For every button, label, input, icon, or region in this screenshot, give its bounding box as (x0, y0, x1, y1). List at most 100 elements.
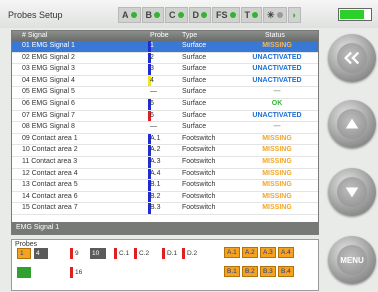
signal-indicator: ◗ (287, 7, 301, 23)
status-badge: — (273, 88, 281, 96)
probe-id: 6 (150, 99, 154, 107)
table-row[interactable]: 15 Contact area 7 B.3 Footswitch MISSING (12, 203, 318, 215)
probe-item[interactable]: 16 (70, 267, 88, 278)
back-button[interactable] (328, 34, 376, 82)
probe-item[interactable]: A.4 (278, 247, 294, 258)
status-dot-icon (276, 12, 283, 18)
probe-id: B.3 (150, 204, 161, 212)
table-row[interactable]: 08 EMG Signal 8 — Surface — (12, 122, 318, 134)
back-arrows-icon (344, 51, 360, 65)
selected-signal-bar: EMG Signal 1 (12, 222, 318, 234)
probe-item[interactable]: C.2 (134, 248, 150, 259)
status-badge: MISSING (262, 181, 292, 189)
signal-icon: ◗ (291, 10, 297, 20)
probe-item[interactable]: A.3 (260, 247, 276, 258)
status-badge: MISSING (262, 169, 292, 177)
signal-name: 06 EMG Signal 6 (22, 99, 75, 107)
signals-table: # Signal Probe Type Status 01 EMG Signal… (11, 30, 319, 235)
probe-item[interactable]: C.1 (114, 248, 130, 259)
snowflake-indicator: ✳ (263, 7, 287, 23)
probe-type: Surface (182, 111, 207, 119)
indicator-label: T (244, 10, 251, 20)
status-dot-icon (154, 12, 160, 18)
signal-name: 11 Contact area 3 (22, 157, 78, 165)
probe-item[interactable]: A.1 (224, 247, 240, 258)
probe-item[interactable]: D.1 (162, 248, 178, 259)
signal-name: 12 Contact area 4 (22, 169, 78, 177)
signal-name: 13 Contact area 5 (22, 181, 78, 189)
probe-item[interactable]: 9 (70, 248, 88, 259)
signal-name: 01 EMG Signal 1 (22, 42, 75, 49)
table-row[interactable]: 01 EMG Signal 1 1 Surface MISSING (12, 41, 318, 53)
probe-item[interactable]: B.3 (260, 266, 276, 277)
table-body: 01 EMG Signal 1 1 Surface MISSING 02 EMG Sig… (12, 41, 318, 215)
probe-id: B.1 (150, 181, 161, 189)
probe-item[interactable]: B.1 (224, 266, 240, 277)
table-row[interactable]: 04 EMG Signal 4 4 Surface UNACTIVATED (12, 75, 318, 88)
indicator-label: D (192, 10, 200, 20)
probe-item[interactable]: B.4 (278, 266, 294, 277)
status-dot-icon (252, 12, 259, 18)
table-row[interactable]: 09 Contact area 1 A.1 Footswitch MISSING (12, 133, 318, 146)
status-badge: MISSING (262, 157, 292, 165)
probe-id: A.2 (150, 146, 161, 154)
indicator-fs: FS (212, 7, 240, 23)
probe-type: Footswitch (182, 157, 216, 165)
menu-label: MENU (340, 255, 364, 265)
probe-item[interactable]: 4 (34, 248, 48, 259)
status-dot-icon (130, 12, 137, 18)
probe-item[interactable]: B.2 (242, 266, 258, 277)
scroll-up-button[interactable] (328, 100, 376, 148)
table-row[interactable]: 02 EMG Signal 2 2 Surface UNACTIVATED (12, 52, 318, 65)
table-row[interactable]: 12 Contact area 4 A.4 Footswitch MISSING (12, 168, 318, 181)
probe-item[interactable]: A.2 (242, 247, 258, 258)
table-row[interactable]: 14 Contact area 6 B.2 Footswitch MISSING (12, 191, 318, 204)
indicator-d: D (188, 7, 211, 23)
probe-type: Surface (182, 99, 207, 107)
status-badge: OK (271, 99, 283, 107)
table-row[interactable]: 11 Contact area 3 A.3 Footswitch MISSING (12, 156, 318, 169)
status-badge: — (273, 123, 281, 131)
probe-item[interactable] (17, 267, 31, 278)
probe-id: 4 (150, 76, 154, 84)
probe-type: Surface (182, 88, 207, 96)
table-row[interactable]: 06 EMG Signal 6 6 Surface OK (12, 98, 318, 111)
table-row[interactable]: 03 EMG Signal 3 3 Surface UNACTIVATED (12, 64, 318, 76)
table-header: # Signal Probe Type Status (12, 31, 318, 41)
status-badge: UNACTIVATED (252, 111, 302, 119)
probe-type: Surface (182, 42, 207, 49)
status-badge: UNACTIVATED (252, 76, 302, 84)
probe-type: Footswitch (182, 134, 216, 142)
status-badge: MISSING (262, 42, 292, 49)
probe-type: Footswitch (182, 181, 216, 189)
probe-item[interactable]: 10 (90, 248, 106, 259)
signal-name: 04 EMG Signal 4 (22, 76, 75, 84)
probe-id: A.4 (150, 169, 161, 177)
table-row[interactable]: 05 EMG Signal 5 — Surface — (12, 87, 318, 99)
table-row[interactable]: 10 Contact area 2 A.2 Footswitch MISSING (12, 145, 318, 157)
probe-id: — (150, 88, 157, 96)
probe-type: Footswitch (182, 204, 216, 212)
scroll-down-button[interactable] (328, 168, 376, 216)
indicator-label: C (169, 10, 176, 20)
status-badge: UNACTIVATED (252, 53, 302, 61)
table-row[interactable]: 07 EMG Signal 7 6 Surface UNACTIVATED (12, 110, 318, 123)
probe-item[interactable]: 1 (17, 248, 31, 259)
probe-item[interactable]: D.2 (182, 248, 198, 259)
probe-id: — (150, 123, 157, 131)
header-probe: Probe (150, 32, 169, 39)
signal-name: 10 Contact area 2 (22, 146, 78, 154)
probe-id: B.2 (150, 192, 161, 200)
indicator-strip: A B C D FS T ✳ ◗ (118, 7, 301, 23)
indicator-a: A (118, 7, 141, 23)
status-dot-icon (201, 12, 207, 18)
signal-name: 14 Contact area 6 (22, 192, 78, 200)
battery-level (340, 10, 364, 19)
probe-id: 2 (150, 53, 154, 61)
table-row[interactable]: 13 Contact area 5 B.1 Footswitch MISSING (12, 180, 318, 192)
probe-id: 6 (150, 111, 154, 119)
menu-button[interactable]: MENU (328, 236, 376, 284)
title-bar: Probes Setup A B C D FS T ✳ ◗ (0, 0, 378, 28)
indicator-c: C (165, 7, 188, 23)
probes-title: Probes (15, 241, 38, 248)
